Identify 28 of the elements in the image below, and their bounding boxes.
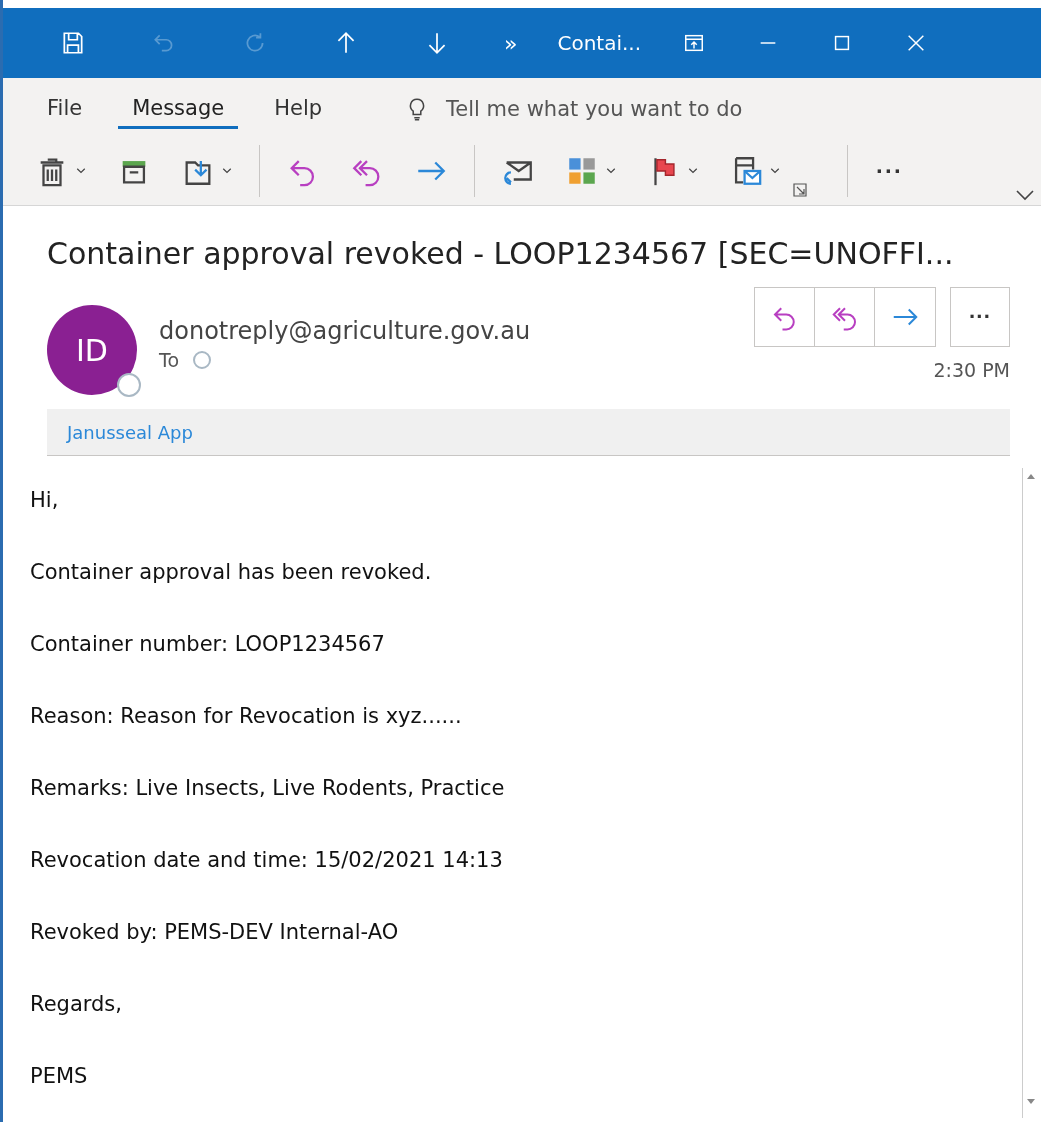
message-time: 2:30 PM [933,359,1010,381]
body-text: Revoked by: PEMS-DEV Internal-AO [30,920,400,946]
to-label: To [159,349,179,371]
body-text: Container approval has been revoked. [30,560,433,586]
body-text: PEMS [30,1064,89,1090]
presence-indicator [193,351,211,369]
ribbon-tab[interactable]: Help [260,89,337,129]
more-commands-button[interactable]: ··· [870,156,909,186]
sender-address: donotreply@agriculture.gov.au [159,317,531,345]
more-actions-button[interactable]: ··· [950,287,1010,347]
body-text: Reason: Reason for Revocation is xyz...... [30,704,463,730]
avatar-initials: ID [76,332,108,368]
search-field[interactable]: Tell me what you want to do [398,94,749,124]
ribbon-display-icon[interactable] [683,32,706,54]
body-text: Hi, [30,488,60,514]
body-text: Remarks: Live Insects, Live Rodents, Practice [30,776,506,802]
presence-indicator [117,373,141,397]
chevron-down-icon[interactable] [1015,188,1035,202]
ribbon-tab[interactable]: File [33,89,97,129]
body-text: Regards, [30,992,123,1018]
message-subject: Container approval revoked - LOOP1234567 [SEC=UNOFFI... [47,236,955,271]
overflow-button[interactable]: » [504,30,518,56]
body-text: Revocation date and time: 15/02/2021 14:13 [30,848,504,874]
ribbon-tab[interactable]: Message [118,89,239,129]
body-text: Container number: LOOP1234567 [30,632,386,658]
save-icon[interactable] [60,30,86,56]
dialog-launcher-icon[interactable] [793,183,807,197]
window-title: Contai... [557,31,643,55]
